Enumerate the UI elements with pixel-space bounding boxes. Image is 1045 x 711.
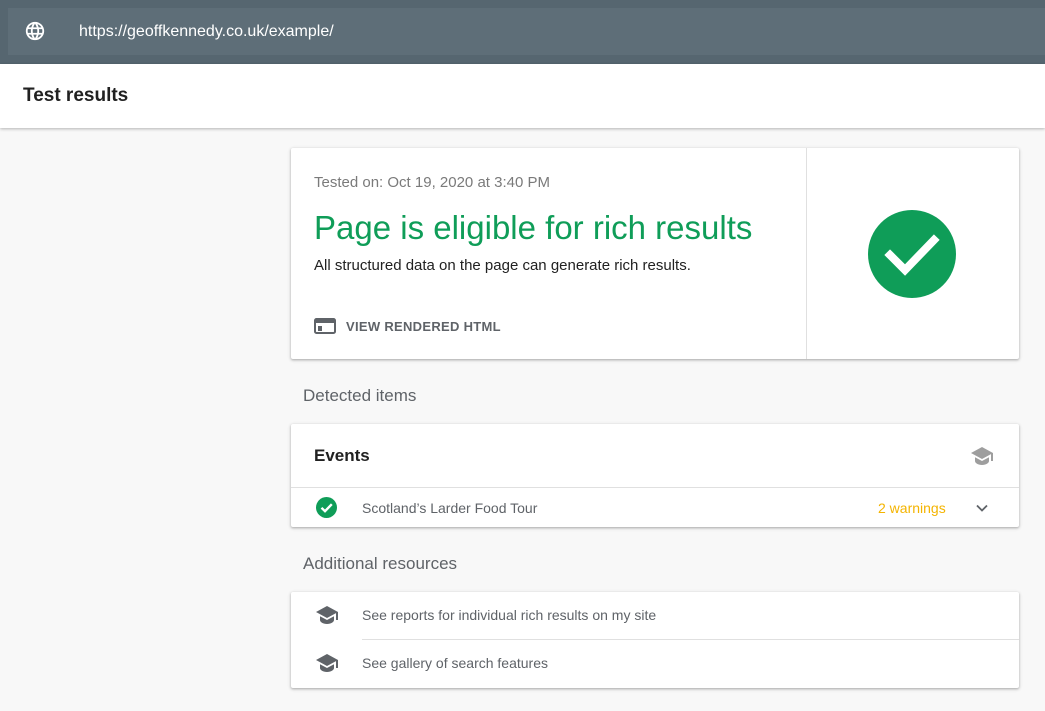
resources-card: See reports for individual rich results … xyxy=(291,592,1019,688)
url-bar-frame: https://geoffkennedy.co.uk/example/ xyxy=(0,0,1045,64)
graduation-cap-icon xyxy=(316,654,338,672)
resource-link-reports[interactable]: See reports for individual rich results … xyxy=(291,592,1019,640)
check-circle-icon xyxy=(316,497,337,518)
resource-link-label: See reports for individual rich results … xyxy=(362,607,657,623)
additional-resources-heading: Additional resources xyxy=(303,554,458,573)
eligibility-description: All structured data on the page can gene… xyxy=(314,257,691,274)
event-item-warnings: 2 warnings xyxy=(878,500,946,516)
event-item-name: Scotland’s Larder Food Tour xyxy=(362,500,538,516)
event-item-row[interactable]: Scotland’s Larder Food Tour 2 warnings xyxy=(291,488,1019,527)
resource-link-gallery[interactable]: See gallery of search features xyxy=(291,640,1019,687)
result-summary-card: Tested on: Oct 19, 2020 at 3:40 PM Page … xyxy=(291,148,1019,359)
eligibility-title: Page is eligible for rich results xyxy=(314,209,753,246)
events-card: Events Scotland’s Larder Food Tour 2 war… xyxy=(291,424,1019,527)
tested-on-timestamp: Tested on: Oct 19, 2020 at 3:40 PM xyxy=(314,174,550,191)
resource-link-label: See gallery of search features xyxy=(362,655,548,671)
chevron-down-icon[interactable] xyxy=(975,501,989,515)
page-title: Test results xyxy=(23,85,129,106)
detected-items-heading: Detected items xyxy=(303,386,417,405)
view-rendered-html-button[interactable]: VIEW RENDERED HTML xyxy=(314,316,501,336)
events-card-title: Events xyxy=(314,446,370,465)
page-header: Test results xyxy=(0,64,1045,128)
globe-icon xyxy=(25,21,45,41)
graduation-cap-icon[interactable] xyxy=(970,445,994,467)
graduation-cap-icon xyxy=(316,606,338,624)
view-rendered-html-label: VIEW RENDERED HTML xyxy=(346,318,501,334)
url-bar[interactable]: https://geoffkennedy.co.uk/example/ xyxy=(8,8,1045,55)
url-text[interactable]: https://geoffkennedy.co.uk/example/ xyxy=(79,21,334,43)
check-circle-icon xyxy=(868,210,956,298)
result-card-divider xyxy=(806,148,807,359)
browser-window-icon xyxy=(314,318,336,334)
